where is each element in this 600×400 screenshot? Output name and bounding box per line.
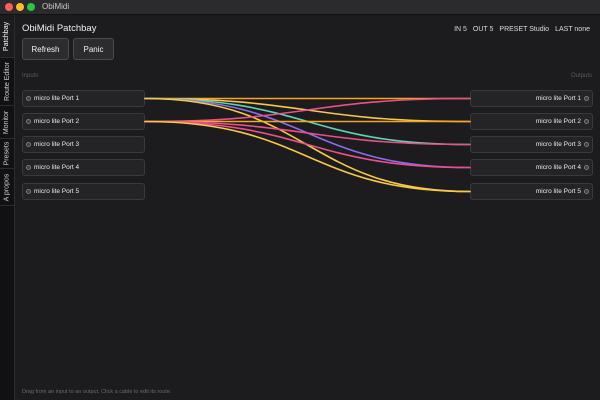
patch-cable-2-to-5[interactable] xyxy=(144,120,471,193)
page-title: ObiMidi Patchbay xyxy=(22,23,97,34)
patch-cable-2-to-4[interactable] xyxy=(144,120,471,169)
input-port-3[interactable]: micro lite Port 3 xyxy=(22,136,145,153)
status-bar: IN 5 OUT 5 PRESET Studio LAST none xyxy=(454,26,590,33)
panic-button[interactable]: Panic xyxy=(73,38,114,60)
output-port-4[interactable]: micro lite Port 4 xyxy=(470,159,593,176)
port-jack-icon[interactable] xyxy=(26,142,31,147)
port-jack-icon[interactable] xyxy=(26,96,31,101)
input-port-2[interactable]: micro lite Port 2 xyxy=(22,113,145,130)
output-port-2[interactable]: micro lite Port 2 xyxy=(470,113,593,130)
output-port-label: micro lite Port 4 xyxy=(535,164,581,171)
output-port-label: micro lite Port 5 xyxy=(535,188,581,195)
tab-presets[interactable]: Presets xyxy=(0,139,14,168)
port-jack-icon[interactable] xyxy=(584,119,589,124)
help-hint: Drag from an input to an output. Click a… xyxy=(22,389,172,395)
output-port-3[interactable]: micro lite Port 3 xyxy=(470,136,593,153)
window-title: ObiMidi xyxy=(42,2,70,11)
tab-patchbay[interactable]: Patchbay xyxy=(0,15,14,57)
input-port-label: micro lite Port 1 xyxy=(34,95,80,102)
input-port-label: micro lite Port 4 xyxy=(34,164,80,171)
input-port-1[interactable]: micro lite Port 1 xyxy=(22,90,145,107)
sidebar-tabs: Patchbay Route Editor Monitor Presets A … xyxy=(0,15,15,400)
input-port-label: micro lite Port 3 xyxy=(34,141,80,148)
status-out: OUT 5 xyxy=(472,26,494,33)
status-last: LAST none xyxy=(555,26,590,33)
tab-route-editor[interactable]: Route Editor xyxy=(0,58,14,105)
output-port-label: micro lite Port 1 xyxy=(535,95,581,102)
tab-route-editor-label: Route Editor xyxy=(3,62,11,101)
port-jack-icon[interactable] xyxy=(584,189,589,194)
status-in: IN 5 xyxy=(454,26,467,33)
tab-presets-label: Presets xyxy=(3,141,11,166)
minimize-window-button[interactable] xyxy=(16,3,24,11)
output-port-1[interactable]: micro lite Port 1 xyxy=(470,90,593,107)
port-jack-icon[interactable] xyxy=(26,165,31,170)
tab-a-propos-label: A propos xyxy=(3,173,11,201)
close-window-button[interactable] xyxy=(5,3,13,11)
title-bar: ObiMidi xyxy=(0,0,600,15)
patch-cables xyxy=(144,97,471,193)
port-jack-icon[interactable] xyxy=(584,142,589,147)
outputs-column-label: Outputs xyxy=(570,73,592,79)
input-port-4[interactable]: micro lite Port 4 xyxy=(22,159,145,176)
port-jack-icon[interactable] xyxy=(584,96,589,101)
port-jack-icon[interactable] xyxy=(584,165,589,170)
tab-monitor-label: Monitor xyxy=(3,110,11,134)
tab-monitor[interactable]: Monitor xyxy=(0,106,14,138)
output-port-5[interactable]: micro lite Port 5 xyxy=(470,183,593,200)
input-port-5[interactable]: micro lite Port 5 xyxy=(22,183,145,200)
zoom-window-button[interactable] xyxy=(27,3,35,11)
tab-a-propos[interactable]: A propos xyxy=(0,169,14,205)
input-port-label: micro lite Port 5 xyxy=(34,188,80,195)
port-jack-icon[interactable] xyxy=(26,119,31,124)
tab-patchbay-label: Patchbay xyxy=(3,21,11,51)
output-port-label: micro lite Port 3 xyxy=(535,141,581,148)
patch-cable-2-to-3[interactable] xyxy=(144,120,471,146)
output-port-label: micro lite Port 2 xyxy=(535,118,581,125)
input-port-label: micro lite Port 2 xyxy=(34,118,80,125)
port-jack-icon[interactable] xyxy=(26,189,31,194)
status-preset: PRESET Studio xyxy=(499,26,550,33)
inputs-column-label: Inputs xyxy=(22,73,39,79)
refresh-button[interactable]: Refresh xyxy=(22,38,69,60)
